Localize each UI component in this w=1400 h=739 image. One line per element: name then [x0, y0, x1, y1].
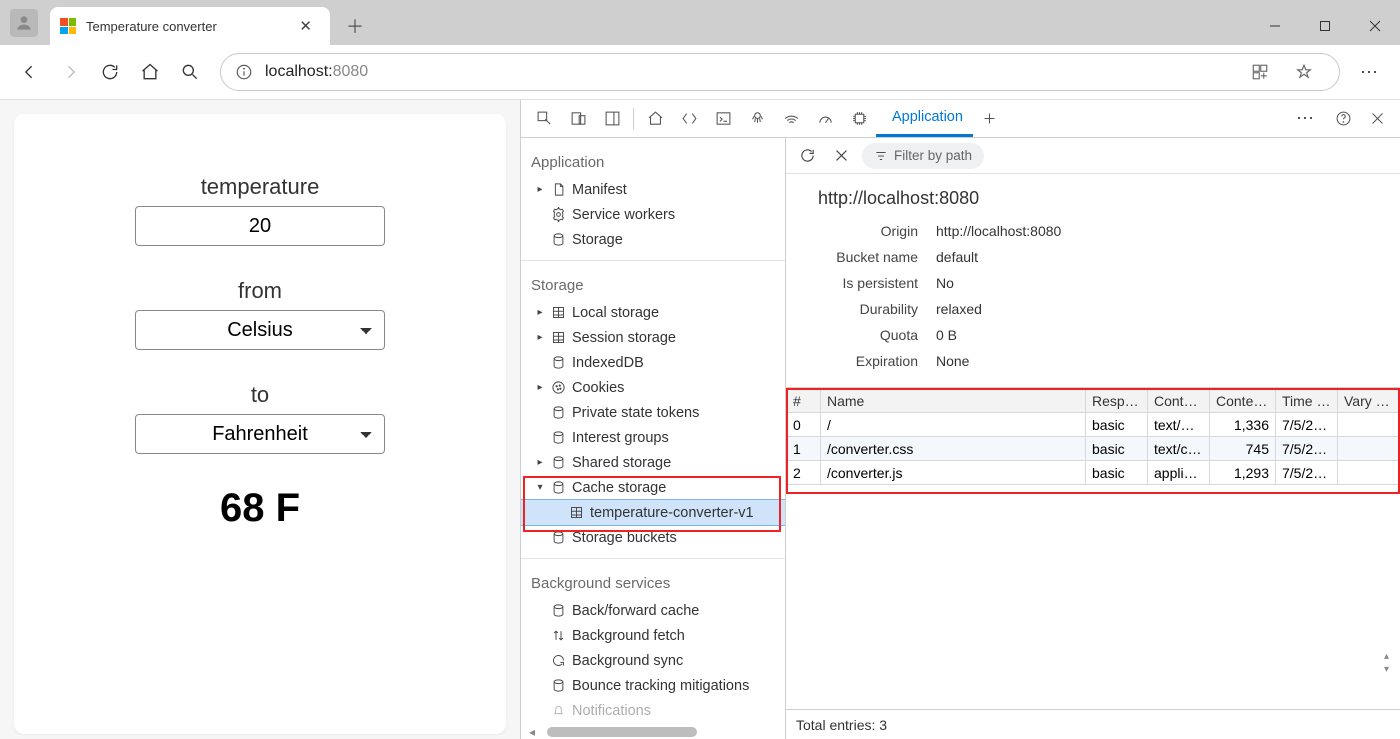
sidebar-item-cache-entry[interactable]: temperature-converter-v1: [521, 500, 785, 525]
minimize-button[interactable]: [1250, 7, 1300, 45]
to-select[interactable]: Fahrenheit: [135, 414, 385, 454]
sidebar-item-storage[interactable]: Storage: [521, 227, 785, 252]
sidebar-item-bfcache[interactable]: Back/forward cache: [521, 598, 785, 623]
section-background: Background services: [521, 567, 785, 598]
url-text: localhost:8080: [265, 63, 368, 81]
page-viewport: temperature from Celsius to Fahrenheit 6…: [0, 100, 520, 739]
sidebar-item-notifications[interactable]: Notifications: [521, 698, 785, 723]
tab-console[interactable]: [706, 104, 740, 134]
from-select[interactable]: Celsius: [135, 310, 385, 350]
home-button[interactable]: [130, 52, 170, 92]
close-window-button[interactable]: [1350, 7, 1400, 45]
delete-cache-button[interactable]: [828, 141, 854, 171]
tab-welcome[interactable]: [638, 104, 672, 134]
table-row[interactable]: 1/converter.cssbasictext/c…7457/5/2…: [787, 437, 1400, 461]
col-resp[interactable]: Resp…: [1086, 389, 1148, 413]
col-clen[interactable]: Conte…: [1210, 389, 1276, 413]
omnibox[interactable]: localhost:8080: [220, 53, 1340, 91]
converter-card: temperature from Celsius to Fahrenheit 6…: [14, 114, 506, 734]
section-storage: Storage: [521, 269, 785, 300]
window-controls: [1250, 7, 1400, 45]
sidebar-item-storage-buckets[interactable]: Storage buckets: [521, 525, 785, 550]
sidebar-item-bounce[interactable]: Bounce tracking mitigations: [521, 673, 785, 698]
cache-table[interactable]: # Name Resp… Cont… Conte… Time … Vary … …: [786, 388, 1400, 485]
section-application: Application: [521, 146, 785, 177]
cache-table-wrap: # Name Resp… Cont… Conte… Time … Vary … …: [786, 387, 1400, 709]
sidebar-item-manifest[interactable]: ▸Manifest: [521, 177, 785, 202]
vertical-scrollbar[interactable]: ▴▾: [1384, 651, 1398, 675]
cache-toolbar: Filter by path: [786, 138, 1400, 174]
filter-icon: [874, 149, 888, 163]
col-ctype[interactable]: Cont…: [1148, 389, 1210, 413]
application-sidebar[interactable]: Application ▸Manifest Service workers St…: [521, 138, 786, 739]
sidebar-item-service-workers[interactable]: Service workers: [521, 202, 785, 227]
table-row[interactable]: 0/basictext/…1,3367/5/2…: [787, 413, 1400, 437]
tab-performance[interactable]: [808, 104, 842, 134]
back-button[interactable]: [10, 52, 50, 92]
tab-sources[interactable]: [740, 104, 774, 134]
tab-application[interactable]: Application: [876, 101, 973, 137]
col-idx[interactable]: #: [787, 389, 821, 413]
table-row[interactable]: 2/converter.jsbasicappli…1,2937/5/2…: [787, 461, 1400, 485]
tab-title: Temperature converter: [86, 19, 295, 34]
temperature-input[interactable]: [135, 206, 385, 246]
result-text: 68 F: [54, 486, 466, 531]
reload-button[interactable]: [90, 52, 130, 92]
tab-memory[interactable]: [842, 104, 876, 134]
close-devtools-button[interactable]: [1360, 104, 1394, 134]
application-main: Filter by path http://localhost:8080 Ori…: [786, 138, 1400, 739]
more-tabs-button[interactable]: [973, 104, 1007, 134]
sidebar-item-local-storage[interactable]: ▸Local storage: [521, 300, 785, 325]
favorite-icon[interactable]: [1295, 63, 1313, 81]
filter-input[interactable]: Filter by path: [862, 143, 984, 169]
address-bar: localhost:8080 ⋯: [0, 45, 1400, 100]
maximize-button[interactable]: [1300, 7, 1350, 45]
info-icon: [235, 63, 253, 81]
forward-button: [50, 52, 90, 92]
search-button[interactable]: [170, 52, 210, 92]
sidebar-item-shared-storage[interactable]: ▸Shared storage: [521, 450, 785, 475]
tab-elements[interactable]: [672, 104, 706, 134]
cache-origin-title: http://localhost:8080: [786, 174, 1400, 223]
person-icon: [14, 13, 34, 33]
sidebar-scrollbar[interactable]: [547, 727, 697, 737]
sidebar-item-interest-groups[interactable]: Interest groups: [521, 425, 785, 450]
refresh-cache-button[interactable]: [794, 141, 820, 171]
sidebar-item-session-storage[interactable]: ▸Session storage: [521, 325, 785, 350]
close-tab-button[interactable]: ✕: [295, 15, 316, 37]
help-button[interactable]: [1326, 104, 1360, 134]
new-tab-button[interactable]: ＋: [338, 9, 372, 43]
sidebar-item-indexeddb[interactable]: IndexedDB: [521, 350, 785, 375]
col-time[interactable]: Time …: [1276, 389, 1338, 413]
browser-tab[interactable]: Temperature converter ✕: [50, 7, 330, 45]
browser-menu-button[interactable]: ⋯: [1350, 62, 1390, 83]
temperature-label: temperature: [54, 174, 466, 200]
cache-footer: Total entries: 3: [786, 709, 1400, 739]
extensions-icon[interactable]: [1251, 63, 1269, 81]
col-vary[interactable]: Vary …: [1338, 389, 1400, 413]
devtools-tabbar: Application ⋯: [521, 100, 1400, 138]
edge-favicon-icon: [60, 18, 76, 34]
inspect-element-button[interactable]: [527, 104, 561, 134]
from-label: from: [54, 278, 466, 304]
tab-network[interactable]: [774, 104, 808, 134]
to-label: to: [54, 382, 466, 408]
sidebar-item-bg-sync[interactable]: Background sync: [521, 648, 785, 673]
devtools-menu-button[interactable]: ⋯: [1286, 108, 1326, 129]
sidebar-item-bg-fetch[interactable]: Background fetch: [521, 623, 785, 648]
titlebar: Temperature converter ✕ ＋: [0, 0, 1400, 45]
dock-side-button[interactable]: [595, 104, 629, 134]
cache-meta: Originhttp://localhost:8080 Bucket named…: [786, 223, 1400, 387]
profile-avatar[interactable]: [10, 9, 38, 37]
devtools: Application ⋯ Application ▸Manifest Serv…: [520, 100, 1400, 739]
device-toolbar-button[interactable]: [561, 104, 595, 134]
col-name[interactable]: Name: [821, 389, 1086, 413]
sidebar-item-cache-storage[interactable]: ▾Cache storage: [521, 475, 785, 500]
sidebar-item-cookies[interactable]: ▸Cookies: [521, 375, 785, 400]
sidebar-item-private-state-tokens[interactable]: Private state tokens: [521, 400, 785, 425]
